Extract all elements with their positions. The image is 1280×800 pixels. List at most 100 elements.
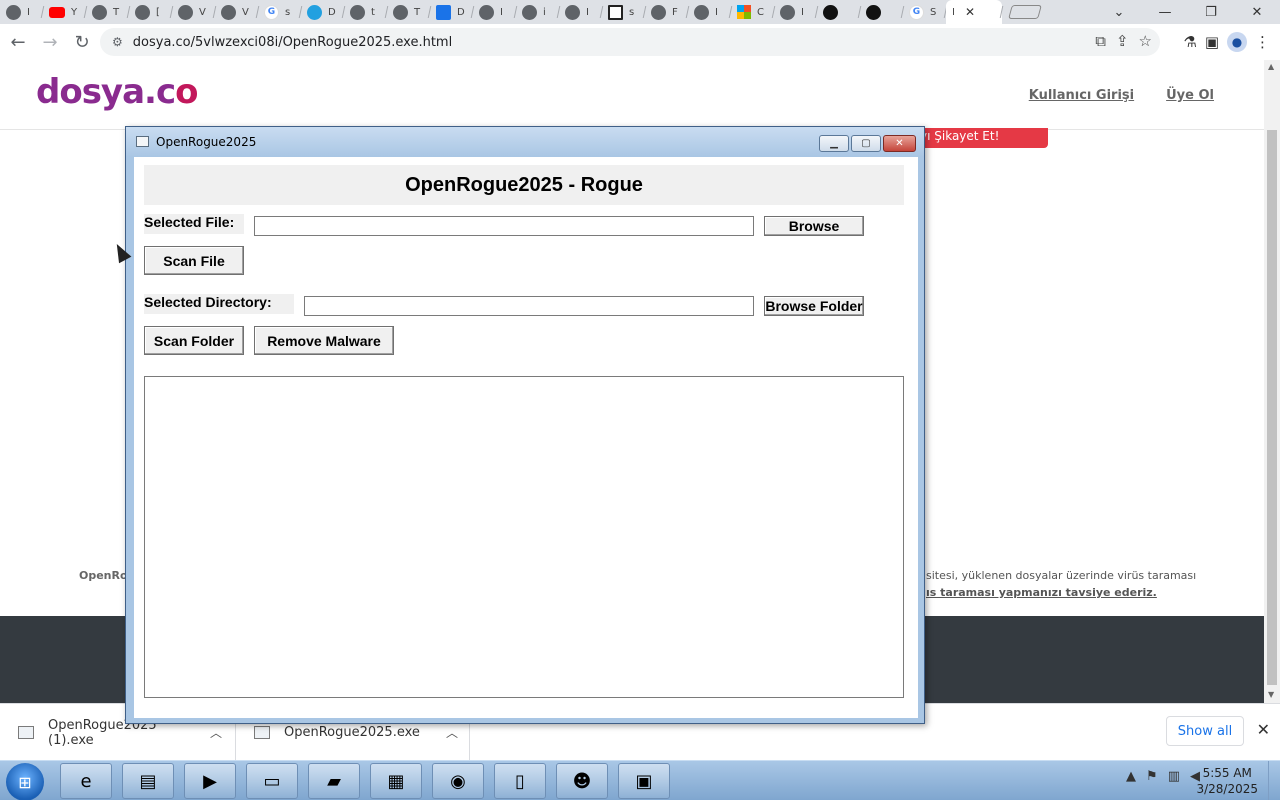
device-icon[interactable]: ▯ (494, 763, 546, 799)
chevron-up-icon[interactable]: ︿ (210, 724, 222, 741)
browse-folder-button[interactable]: Browse Folder (764, 296, 864, 316)
tab-title: I (27, 6, 30, 18)
page-scrollbar[interactable]: ▲ ▼ (1264, 60, 1280, 703)
control-panel-icon[interactable]: ▦ (370, 763, 422, 799)
selected-directory-input[interactable] (304, 296, 754, 316)
page-text-right-2[interactable]: ıs taraması yapmanızı tavsiye ederiz. (926, 586, 1157, 599)
share-icon[interactable]: ⇪ (1116, 32, 1129, 50)
browser-tab[interactable]: Gs (258, 0, 301, 24)
window-titlebar[interactable]: OpenRogue2025 ▁ ▢ ✕ (126, 127, 924, 157)
browser-tab[interactable]: V (215, 0, 258, 24)
browser-tab[interactable]: T (86, 0, 129, 24)
internet-explorer-icon[interactable]: e (60, 763, 112, 799)
bookmark-star-icon[interactable]: ☆ (1139, 32, 1152, 50)
flag-icon[interactable]: ⚑ (1146, 769, 1158, 784)
clock-date: 3/28/2025 (1196, 782, 1258, 796)
side-panel-icon[interactable]: ▣ (1205, 33, 1219, 51)
browser-tab[interactable]: C (731, 0, 774, 24)
remove-malware-button[interactable]: Remove Malware (254, 326, 394, 355)
exe-file-icon (18, 726, 34, 739)
scan-folder-button[interactable]: Scan Folder (144, 326, 244, 355)
globe-icon (135, 4, 150, 20)
hacker-app-icon[interactable]: ☻ (556, 763, 608, 799)
translate-icon[interactable]: ⧉ (1095, 32, 1106, 50)
tab-title: Y (71, 6, 78, 18)
address-bar[interactable]: ⚙ dosya.co/5vlwzexci08i/OpenRogue2025.ex… (100, 28, 1160, 56)
profile-avatar[interactable]: ● (1227, 32, 1247, 52)
maximize-button[interactable]: ▢ (851, 135, 881, 152)
site-logo[interactable]: dosya.co (36, 72, 199, 112)
browse-button[interactable]: Browse (764, 216, 864, 236)
menu-kebab-icon[interactable]: ⋮ (1255, 33, 1270, 51)
browser-tab[interactable]: T (387, 0, 430, 24)
tray-expand-icon[interactable]: ▲ (1126, 769, 1136, 784)
show-desktop-button[interactable] (1268, 761, 1280, 800)
tab-title: I (500, 6, 503, 18)
logo-text: dosya.c (36, 72, 176, 112)
app-window-icon[interactable]: ▣ (618, 763, 670, 799)
browser-tab-active[interactable]: I ✕ (946, 0, 1002, 24)
page-text-left: OpenRo (79, 569, 128, 582)
browser-tab[interactable]: I (473, 0, 516, 24)
show-all-button[interactable]: Show all (1166, 716, 1244, 746)
browser-tab[interactable]: s (602, 0, 645, 24)
close-window-button[interactable]: ✕ (883, 135, 916, 152)
browser-tab[interactable]: I (0, 0, 43, 24)
scan-file-button[interactable]: Scan File (144, 246, 244, 275)
chrome-icon (6, 4, 21, 20)
globe-icon (780, 4, 795, 20)
browser-tab[interactable]: F (645, 0, 688, 24)
browser-tab[interactable]: i (516, 0, 559, 24)
browser-tab[interactable]: t (344, 0, 387, 24)
browser-tab[interactable]: I (774, 0, 817, 24)
start-button[interactable]: ⊞ (6, 763, 44, 800)
download-filename: OpenRogue2025.exe (284, 725, 420, 740)
minimize-button[interactable]: ▁ (819, 135, 849, 152)
browser-tab[interactable]: Y (43, 0, 86, 24)
browser-tab[interactable]: V (172, 0, 215, 24)
chrome-taskbar-icon[interactable]: ◉ (432, 763, 484, 799)
globe-icon (92, 4, 107, 20)
chevron-up-icon[interactable]: ︿ (446, 724, 458, 741)
gauge-icon (178, 4, 193, 20)
tab-title: [ (156, 6, 160, 18)
new-tab-button[interactable] (1008, 5, 1042, 19)
tab-title: s (629, 6, 635, 18)
scroll-up-icon[interactable]: ▲ (1268, 62, 1274, 71)
browser-tab[interactable]: I (688, 0, 731, 24)
browser-tab[interactable]: D (430, 0, 473, 24)
login-link[interactable]: Kullanıcı Girişi (1029, 88, 1134, 103)
system-clock[interactable]: 5:55 AM 3/28/2025 (1196, 765, 1258, 797)
register-link[interactable]: Üye Ol (1166, 88, 1214, 103)
browser-tab[interactable]: D (301, 0, 344, 24)
tab-title: V (242, 6, 249, 18)
browser-tab[interactable]: [ (129, 0, 172, 24)
browser-tab[interactable] (860, 0, 903, 24)
browser-restore-button[interactable]: ❐ (1188, 5, 1234, 20)
extension-flask-icon[interactable]: ⚗ (1183, 33, 1196, 51)
media-player-icon[interactable]: ▶ (184, 763, 236, 799)
scroll-down-icon[interactable]: ▼ (1268, 690, 1274, 699)
scrollbar-thumb[interactable] (1267, 130, 1277, 685)
remote-desktop-icon[interactable]: ▭ (246, 763, 298, 799)
browser-close-button[interactable]: ✕ (1234, 5, 1280, 20)
browser-tab[interactable] (817, 0, 860, 24)
browser-tab[interactable]: I (559, 0, 602, 24)
toolbox-icon[interactable]: ▰ (308, 763, 360, 799)
forward-button[interactable]: → (36, 28, 64, 56)
reload-button[interactable]: ↻ (68, 28, 96, 56)
network-icon[interactable]: ▥ (1168, 769, 1180, 784)
globe-icon (350, 4, 365, 20)
close-download-bar-icon[interactable]: ✕ (1257, 720, 1270, 739)
site-info-icon[interactable]: ⚙ (112, 35, 123, 49)
browser-minimize-button[interactable]: — (1142, 5, 1188, 20)
scan-output-area[interactable] (144, 376, 904, 698)
tab-title: I (715, 6, 718, 18)
tab-search-chevron-icon[interactable]: ⌄ (1096, 5, 1142, 20)
tab-title: T (113, 6, 120, 18)
close-tab-icon[interactable]: ✕ (965, 5, 975, 19)
selected-file-input[interactable] (254, 216, 754, 236)
back-button[interactable]: ← (4, 28, 32, 56)
file-explorer-icon[interactable]: ▤ (122, 763, 174, 799)
browser-tab[interactable]: GS (903, 0, 946, 24)
